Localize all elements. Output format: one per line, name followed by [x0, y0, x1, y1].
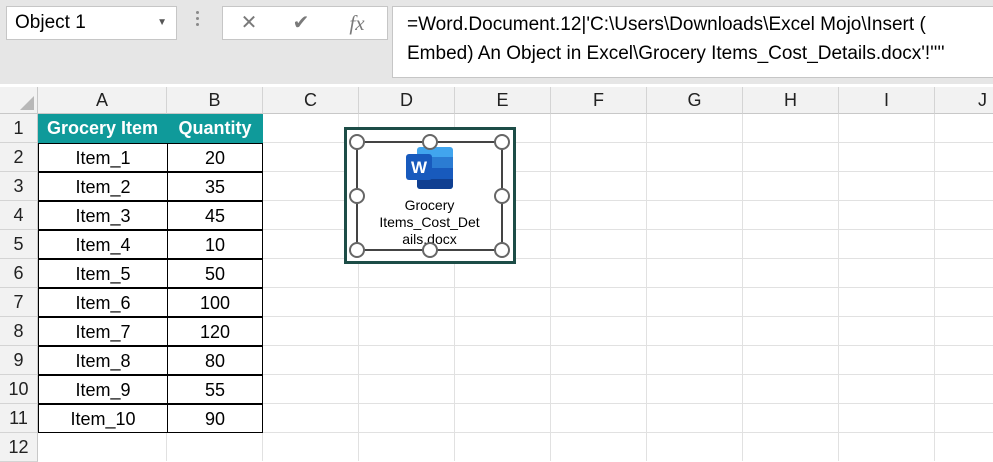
object-label-line-1: Grocery	[404, 197, 455, 213]
table-cell-quantity[interactable]: 55	[167, 375, 263, 404]
object-label-line-2: Items_Cost_Det	[379, 214, 480, 230]
table-cell-item[interactable]: Item_10	[38, 404, 168, 433]
table-cell-quantity[interactable]: 35	[167, 172, 263, 201]
table-cell-item[interactable]: Item_9	[38, 375, 168, 404]
name-box-value: Object 1	[15, 12, 86, 33]
column-header-d[interactable]: D	[359, 87, 455, 114]
drag-handle-icon[interactable]	[196, 11, 200, 29]
formula-line-1: =Word.Document.12|'C:\Users\Downloads\Ex…	[407, 14, 926, 35]
word-icon-letter: W	[411, 158, 428, 177]
column-header-i[interactable]: I	[839, 87, 935, 114]
column-header-a[interactable]: A	[38, 87, 167, 114]
row-header-1[interactable]: 1	[0, 114, 38, 143]
resize-handle-bottom[interactable]	[422, 242, 438, 258]
table-cell-item[interactable]: Item_2	[38, 172, 168, 201]
row-header-9[interactable]: 9	[0, 346, 38, 375]
resize-handle-bottom-right[interactable]	[494, 242, 510, 258]
row-header-3[interactable]: 3	[0, 172, 38, 201]
table-cell-quantity[interactable]: 10	[167, 230, 263, 259]
row-header-6[interactable]: 6	[0, 259, 38, 288]
table-cell-item[interactable]: Item_5	[38, 259, 168, 288]
column-header-h[interactable]: H	[743, 87, 839, 114]
table-cell-item[interactable]: Item_1	[38, 143, 168, 172]
fx-icon[interactable]: fx	[337, 7, 377, 39]
table-cell-item[interactable]: Item_4	[38, 230, 168, 259]
close-icon[interactable]: ✕	[229, 7, 269, 39]
row-header-4[interactable]: 4	[0, 201, 38, 230]
embedded-object-label: Grocery Items_Cost_Det ails.docx	[358, 197, 501, 248]
row-header-7[interactable]: 7	[0, 288, 38, 317]
row-header-5[interactable]: 5	[0, 230, 38, 259]
table-cell-quantity[interactable]: 120	[167, 317, 263, 346]
column-header-g[interactable]: G	[647, 87, 743, 114]
formula-bar-area: Object 1 ▼ ✕ ✔ fx =Word.Document.12|'C:\…	[0, 0, 993, 84]
formula-buttons: ✕ ✔ fx	[222, 6, 388, 40]
column-header-b[interactable]: B	[167, 87, 263, 114]
table-cell-item[interactable]: Item_8	[38, 346, 168, 375]
table-cell-quantity[interactable]: 80	[167, 346, 263, 375]
row-header-12[interactable]: 12	[0, 433, 38, 462]
row-header-11[interactable]: 11	[0, 404, 38, 433]
table-cell-quantity[interactable]: 100	[167, 288, 263, 317]
resize-handle-top-left[interactable]	[349, 134, 365, 150]
word-document-icon[interactable]: W	[405, 146, 455, 190]
table-cell-item[interactable]: Item_3	[38, 201, 168, 230]
row-header-8[interactable]: 8	[0, 317, 38, 346]
column-header-f[interactable]: F	[551, 87, 647, 114]
table-cell-quantity[interactable]: 20	[167, 143, 263, 172]
resize-handle-right[interactable]	[494, 188, 510, 204]
column-header-e[interactable]: E	[455, 87, 551, 114]
chevron-down-icon[interactable]: ▼	[157, 7, 167, 39]
table-cell-quantity[interactable]: 45	[167, 201, 263, 230]
row-header-10[interactable]: 10	[0, 375, 38, 404]
formula-input[interactable]: =Word.Document.12|'C:\Users\Downloads\Ex…	[392, 6, 993, 78]
resize-handle-top[interactable]	[422, 134, 438, 150]
formula-line-2: Embed) An Object in Excel\Grocery Items_…	[407, 43, 945, 64]
table-cell-item[interactable]: Item_6	[38, 288, 168, 317]
resize-handle-top-right[interactable]	[494, 134, 510, 150]
table-cell-item[interactable]: Item_7	[38, 317, 168, 346]
table-cell-quantity[interactable]: 90	[167, 404, 263, 433]
select-all-button[interactable]	[0, 87, 38, 114]
header-cell-quantity[interactable]: Quantity	[167, 114, 263, 143]
row-header-2[interactable]: 2	[0, 143, 38, 172]
name-box[interactable]: Object 1 ▼	[6, 6, 177, 40]
column-header-j[interactable]: J	[935, 87, 993, 114]
column-header-c[interactable]: C	[263, 87, 359, 114]
resize-handle-left[interactable]	[349, 188, 365, 204]
table-cell-quantity[interactable]: 50	[167, 259, 263, 288]
check-icon[interactable]: ✔	[281, 7, 321, 39]
header-cell-grocery-item[interactable]: Grocery Item	[38, 114, 167, 143]
resize-handle-bottom-left[interactable]	[349, 242, 365, 258]
